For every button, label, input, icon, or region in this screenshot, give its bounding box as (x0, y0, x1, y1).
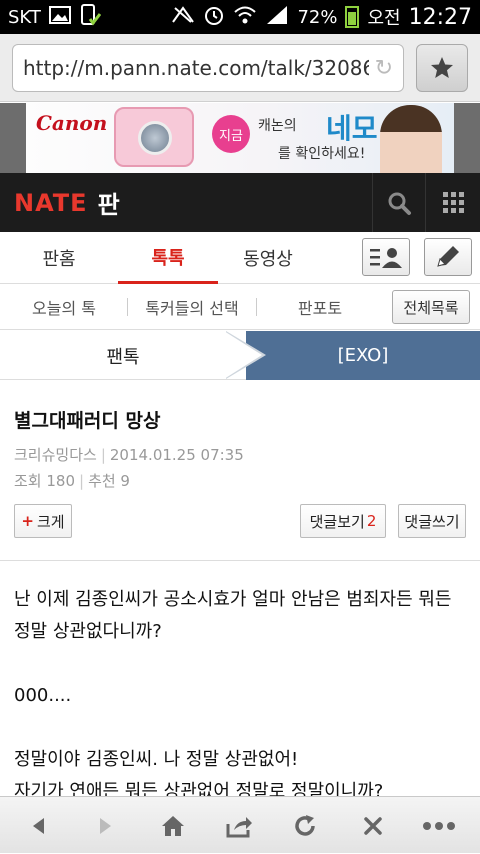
cell-signal-icon (265, 5, 289, 29)
wifi-icon (233, 5, 257, 29)
url-input[interactable]: http://m.pann.nate.com/talk/320869 ↻ (12, 44, 404, 92)
back-button[interactable] (6, 797, 72, 854)
refresh-icon (295, 814, 315, 836)
comment-count: 2 (366, 512, 377, 530)
search-icon (388, 192, 411, 215)
forward-arrow-icon (100, 817, 111, 834)
nate-logo[interactable]: NATE (14, 189, 88, 217)
close-tab-button[interactable] (340, 797, 406, 854)
content-line: 000.... (14, 685, 72, 706)
subtab-choice[interactable]: 톡커들의 선택 (128, 284, 256, 330)
post-recommends: 추천 9 (88, 472, 130, 490)
ad-text-1: 캐논의 (258, 118, 297, 134)
breadcrumb-exo[interactable]: [EXO] (246, 331, 480, 380)
divider (0, 560, 480, 561)
profile-button[interactable] (362, 238, 410, 276)
alarm-icon (203, 4, 225, 30)
search-button[interactable] (372, 173, 424, 232)
share-icon (226, 816, 252, 837)
all-list-button[interactable]: 전체목록 (392, 290, 470, 324)
more-button[interactable] (406, 797, 472, 854)
clock-time: 12:27 (408, 4, 472, 30)
main-tabs: 판홈 톡톡 동영상 (0, 232, 480, 284)
breadcrumb: 팬톡 [EXO] (0, 331, 480, 380)
refresh-button[interactable] (272, 797, 338, 854)
browser-toolbar (0, 796, 480, 853)
enlarge-label: 크게 (36, 512, 65, 531)
phone-check-icon (79, 4, 102, 30)
section-title[interactable]: 판 (98, 185, 120, 220)
post-title: 별그대패러디 망상 (14, 410, 161, 432)
tab-talk[interactable]: 톡톡 (118, 232, 218, 284)
image-icon (48, 6, 71, 28)
ad-content[interactable]: Canon 지금 캐논의 네모 를 확인하세요! (26, 103, 454, 173)
view-comments-label: 댓글보기 (309, 512, 365, 531)
plus-icon: + (21, 512, 34, 530)
pencil-icon (437, 246, 459, 267)
enlarge-button[interactable]: + 크게 (14, 504, 72, 538)
ad-brand-logo: Canon (36, 111, 108, 135)
battery-icon (345, 6, 360, 28)
sub-tabs: 오늘의 톡 톡커들의 선택 판포토 전체목록 (0, 284, 480, 330)
share-button[interactable] (206, 797, 272, 854)
content-line: 정말 상관없다니까? (14, 621, 162, 642)
view-comments-button[interactable]: 댓글보기 2 (300, 504, 386, 538)
carrier-label: SKT (8, 6, 41, 28)
breadcrumb-fantalk[interactable]: 팬톡 (0, 331, 246, 380)
grid-icon (442, 192, 464, 213)
menu-grid-button[interactable] (425, 173, 480, 232)
reload-icon[interactable]: ↻ (375, 56, 393, 81)
site-header: NATE 판 (0, 173, 480, 232)
camera-icon (114, 107, 194, 167)
star-icon (431, 57, 453, 78)
ad-badge: 지금 (212, 115, 250, 153)
ad-headline: 네모 (326, 112, 378, 145)
content-line (14, 712, 480, 744)
url-text: http://m.pann.nate.com/talk/320869 (23, 56, 369, 80)
battery-percent: 72% (297, 6, 338, 28)
clock-ampm: 오전 (367, 8, 401, 29)
content-line (14, 648, 480, 680)
post-stats: 조회 180 | 추천 9 (14, 472, 130, 490)
ad-banner[interactable]: Canon 지금 캐논의 네모 를 확인하세요! (0, 103, 480, 173)
subtab-today[interactable]: 오늘의 톡 (0, 284, 128, 330)
back-arrow-icon (33, 817, 44, 834)
post-author[interactable]: 크리슈밍다스 (14, 446, 97, 464)
post-date: 2014.01.25 07:35 (109, 446, 244, 464)
home-button[interactable] (140, 797, 206, 854)
status-bar: SKT 72% 오전 12:27 (0, 0, 480, 34)
content-line: 난 이제 김종인씨가 공소시효가 얼마 안남은 범죄자든 뭐든 (14, 589, 452, 610)
ad-text-2: 를 확인하세요! (278, 146, 366, 162)
write-comment-button[interactable]: 댓글쓰기 (398, 504, 466, 538)
close-icon (364, 816, 382, 835)
tab-video[interactable]: 동영상 (218, 232, 318, 284)
subtab-photo[interactable]: 판포토 (256, 284, 384, 330)
post-content: 난 이제 김종인씨가 공소시효가 얼마 안남은 범죄자든 뭐든 정말 상관없다니… (14, 584, 480, 799)
tab-home[interactable]: 판홈 (0, 232, 118, 284)
post-author-date: 크리슈밍다스 | 2014.01.25 07:35 (14, 446, 244, 464)
browser-url-bar: http://m.pann.nate.com/talk/320869 ↻ (0, 34, 480, 102)
bookmark-button[interactable] (416, 44, 468, 92)
ad-model-image (380, 105, 442, 173)
content-line: 정말이야 김종인씨. 나 정말 상관없어! (14, 749, 299, 770)
write-button[interactable] (424, 238, 472, 276)
post-views: 조회 180 (14, 472, 75, 490)
breadcrumb-arrow-inner (224, 331, 262, 379)
signal-off-icon (171, 6, 195, 28)
home-icon (162, 815, 184, 836)
forward-button[interactable] (72, 797, 138, 854)
more-dots-icon (423, 821, 455, 830)
profile-list-icon (370, 248, 402, 268)
